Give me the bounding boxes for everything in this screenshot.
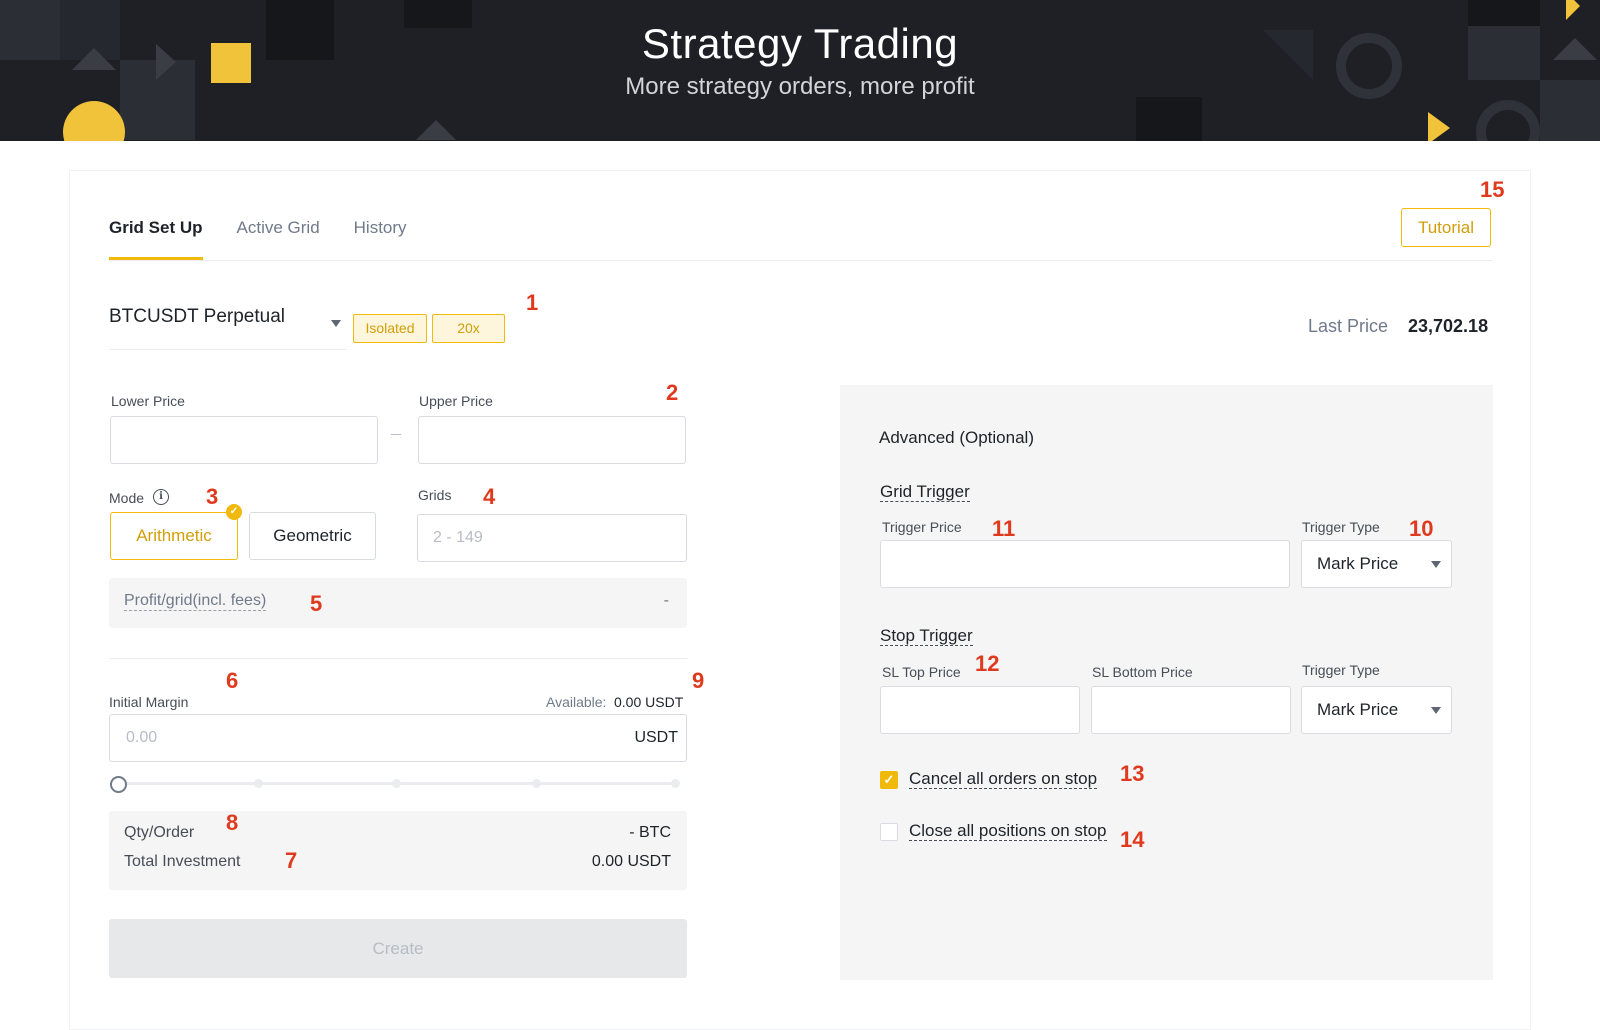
tab-active-grid[interactable]: Active Grid <box>237 218 320 260</box>
callout-3: 3 <box>206 484 219 509</box>
hero-yellow-triangle <box>1566 0 1580 20</box>
margin-mode-tag[interactable]: Isolated <box>353 314 427 343</box>
advanced-title: Advanced (Optional) <box>879 428 1034 447</box>
qty-order-value: - BTC <box>629 824 671 841</box>
grids-label: Grids <box>418 487 452 503</box>
trigger-type-value: Mark Price <box>1317 554 1399 573</box>
callout-13: 13 <box>1120 761 1145 786</box>
mode-arithmetic-button[interactable]: Arithmetic <box>110 512 238 560</box>
stop-trigger-type-label: Trigger Type <box>1302 662 1380 678</box>
margin-unit: USDT <box>634 729 678 746</box>
close-positions-label[interactable]: Close all positions on stop <box>909 821 1107 841</box>
total-investment-value: 0.00 USDT <box>591 853 671 870</box>
callout-14: 14 <box>1120 827 1145 852</box>
leverage-tag[interactable]: 20x <box>432 314 505 343</box>
hero-decor-shape <box>416 120 456 140</box>
stop-trigger-title[interactable]: Stop Trigger <box>880 626 973 646</box>
hero-decor-shape <box>1136 97 1202 141</box>
order-summary: Qty/Order - BTC Total Investment 0.00 US… <box>109 811 687 890</box>
callout-6: 6 <box>226 668 239 693</box>
grid-trigger-title[interactable]: Grid Trigger <box>880 482 970 502</box>
available-label: Available: <box>546 694 607 710</box>
range-dash <box>391 434 401 435</box>
profit-per-grid-row: Profit/grid(incl. fees) - <box>109 578 687 628</box>
hero-yellow-triangle <box>1428 112 1450 141</box>
grids-placeholder: 2 - 149 <box>433 529 483 546</box>
hero-title: Strategy Trading <box>641 20 959 67</box>
sl-bottom-price-input[interactable] <box>1091 686 1291 734</box>
stop-trigger-type-select[interactable]: Mark Price <box>1301 686 1452 734</box>
advanced-section <box>840 385 1493 980</box>
trigger-type-label: Trigger Type <box>1302 519 1380 535</box>
sl-bottom-price-label: SL Bottom Price <box>1092 664 1193 680</box>
callout-2: 2 <box>666 380 679 405</box>
close-positions-checkbox[interactable] <box>880 823 898 841</box>
margin-placeholder: 0.00 <box>126 729 158 746</box>
callout-1: 1 <box>526 290 539 315</box>
slider-step-dot[interactable] <box>532 779 541 788</box>
callout-12: 12 <box>975 651 1000 676</box>
last-price-label: Last Price <box>1308 316 1389 336</box>
callout-15: 15 <box>1480 177 1505 202</box>
slider-step-dot[interactable] <box>254 779 263 788</box>
initial-margin-label: Initial Margin <box>109 694 189 710</box>
hero-subtitle: More strategy orders, more profit <box>625 73 975 100</box>
cancel-orders-label[interactable]: Cancel all orders on stop <box>909 769 1098 789</box>
hero-decor-ring <box>1476 100 1540 141</box>
chevron-down-icon <box>1431 561 1441 568</box>
callout-11: 11 <box>992 516 1016 541</box>
stop-trigger-type-value: Mark Price <box>1317 700 1399 719</box>
profit-per-grid-value: - <box>663 592 669 609</box>
cancel-orders-checkbox[interactable]: ✓ <box>880 771 898 789</box>
mode-geometric-button[interactable]: Geometric <box>249 512 376 560</box>
lower-price-input[interactable] <box>110 416 378 464</box>
profit-per-grid-label[interactable]: Profit/grid(incl. fees) <box>124 592 267 611</box>
sl-top-price-input[interactable] <box>880 686 1080 734</box>
callout-7: 7 <box>285 848 298 873</box>
lower-price-label: Lower Price <box>111 393 185 409</box>
symbol-selector[interactable]: BTCUSDT Perpetual <box>109 306 347 350</box>
trigger-type-select[interactable]: Mark Price <box>1301 540 1452 588</box>
section-divider <box>109 658 687 659</box>
chevron-down-icon <box>1431 707 1441 714</box>
chevron-down-icon <box>331 320 341 327</box>
callout-8: 8 <box>226 810 239 835</box>
upper-price-input[interactable] <box>418 416 686 464</box>
trigger-price-input[interactable] <box>880 540 1290 588</box>
hero-banner: Strategy Trading More strategy orders, m… <box>0 0 1600 141</box>
tab-grid-set-up[interactable]: Grid Set Up <box>109 218 203 260</box>
info-icon[interactable]: i <box>153 489 169 505</box>
create-button[interactable]: Create <box>109 919 687 978</box>
symbol-name: BTCUSDT Perpetual <box>109 306 285 327</box>
slider-step-dot[interactable] <box>392 779 401 788</box>
grids-input[interactable]: 2 - 149 <box>417 514 687 562</box>
tab-divider <box>109 260 1492 261</box>
mode-label: Mode <box>109 490 145 506</box>
tutorial-button[interactable]: Tutorial <box>1401 208 1491 247</box>
tab-bar: Grid Set Up Active Grid History <box>109 218 407 260</box>
hero-yellow-circle <box>63 101 125 141</box>
trigger-price-label: Trigger Price <box>882 519 962 535</box>
total-investment-label: Total Investment <box>124 853 241 870</box>
available-value: 0.00 USDT <box>614 694 684 710</box>
callout-9: 9 <box>692 668 705 693</box>
initial-margin-input[interactable]: 0.00 USDT <box>109 714 687 762</box>
upper-price-label: Upper Price <box>419 393 493 409</box>
check-icon: ✓ <box>226 504 242 520</box>
margin-slider-thumb[interactable] <box>110 776 127 793</box>
tab-history[interactable]: History <box>354 218 407 260</box>
slider-step-dot[interactable] <box>671 779 680 788</box>
callout-10: 10 <box>1409 516 1434 541</box>
qty-order-label: Qty/Order <box>124 824 195 841</box>
last-price-value: 23,702.18 <box>1408 316 1489 336</box>
sl-top-price-label: SL Top Price <box>882 664 961 680</box>
callout-4: 4 <box>483 484 496 509</box>
callout-5: 5 <box>310 591 323 616</box>
